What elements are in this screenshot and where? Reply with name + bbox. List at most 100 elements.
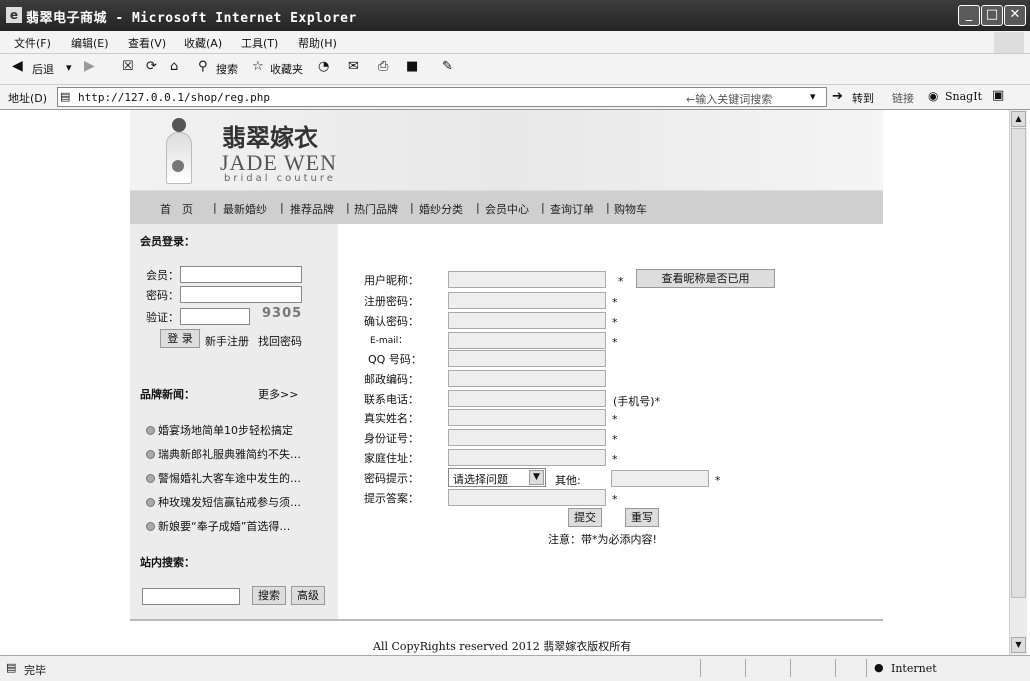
nav-order-query[interactable]: 查询订单	[550, 201, 594, 217]
realname-label: 真实姓名：	[364, 412, 419, 425]
site-search-input[interactable]	[142, 588, 240, 605]
required-mark: *	[618, 275, 624, 288]
links-label[interactable]: 链接	[892, 90, 914, 106]
question-label: 密码提示：	[364, 472, 419, 485]
menu-help[interactable]: 帮助(H)	[298, 35, 337, 51]
member-input[interactable]	[180, 266, 302, 283]
favorites-star-icon[interactable]: ☆	[252, 59, 264, 74]
go-arrow-icon[interactable]: ➔	[832, 89, 843, 104]
recover-password-link[interactable]: 找回密码	[258, 333, 302, 349]
home-icon[interactable]: ⌂	[170, 59, 178, 74]
forward-arrow-icon[interactable]: ▶	[84, 58, 95, 74]
address-bar: 地址(D) http://127.0.0.1/shop/reg.php ▤ ←输…	[0, 85, 1030, 110]
question-select[interactable]: 请选择问题 ▼	[448, 468, 546, 487]
menu-view[interactable]: 查看(V)	[128, 35, 166, 51]
required-mark: *	[612, 433, 618, 446]
back-dropdown-icon[interactable]: ▾	[66, 61, 72, 74]
bullet-icon	[146, 474, 155, 483]
vertical-scrollbar[interactable]: ▲ ▼	[1009, 110, 1027, 655]
zone-text: Internet	[891, 662, 937, 675]
back-arrow-icon[interactable]: ◀	[12, 58, 23, 74]
captcha-input[interactable]	[180, 308, 250, 325]
required-mark: *	[612, 336, 618, 349]
required-mark: *	[612, 316, 618, 329]
main-nav: 首 页 | 最新婚纱 | 推荐品牌 | 热门品牌 | 婚纱分类 | 会员中心 |…	[130, 191, 883, 224]
idcard-input[interactable]	[448, 429, 606, 446]
password-input[interactable]	[180, 286, 302, 303]
address-dropdown-icon[interactable]: ▾	[810, 90, 816, 103]
site-banner: 翡翠嫁衣 JADE WEN bridal couture	[130, 110, 883, 191]
dropdown-arrow-icon[interactable]: ▼	[529, 470, 544, 485]
search-button[interactable]: 搜索	[216, 61, 238, 77]
nav-categories[interactable]: 婚纱分类	[419, 201, 463, 217]
windows-logo-icon	[994, 32, 1024, 53]
reset-button[interactable]: 重写	[625, 508, 659, 527]
menu-tools[interactable]: 工具(T)	[241, 35, 278, 51]
print-icon[interactable]: ⎙	[378, 59, 388, 74]
check-nickname-button[interactable]: 查看昵称是否已用	[636, 269, 775, 288]
nickname-label: 用户昵称：	[364, 274, 419, 287]
snagit-button[interactable]: SnagIt	[945, 90, 982, 103]
advanced-search-button[interactable]: 高级	[291, 586, 325, 605]
news-title: 品牌新闻：	[140, 388, 195, 401]
bullet-icon	[146, 450, 155, 459]
required-note: 注意：带*为必添内容!	[548, 533, 657, 546]
nav-member-center[interactable]: 会员中心	[485, 201, 529, 217]
register-link[interactable]: 新手注册	[205, 333, 249, 349]
title-bar: e 翡翠电子商城 - Microsoft Internet Explorer _…	[0, 0, 1030, 31]
back-button[interactable]: 后退	[32, 61, 54, 77]
keyword-search-hint: ←输入关键词搜索	[686, 93, 773, 106]
mail-icon[interactable]: ✉	[348, 59, 359, 74]
refresh-icon[interactable]: ⟳	[146, 59, 157, 74]
password-reg-input[interactable]	[448, 292, 606, 309]
news-more-link[interactable]: 更多>>	[258, 386, 298, 402]
window-title: 翡翠电子商城 - Microsoft Internet Explorer	[26, 11, 357, 26]
left-sidebar: 会员登录： 会员： 密码： 验证： 9305 登 录 新手注册 找回密码 品牌新…	[130, 224, 338, 619]
news-item[interactable]: 新娘要“奉子成婚”首选得…	[146, 518, 290, 534]
nav-recommended[interactable]: 推荐品牌	[290, 201, 334, 217]
edit-icon[interactable]: ■	[406, 59, 418, 74]
answer-input[interactable]	[448, 489, 606, 506]
login-button[interactable]: 登 录	[160, 329, 200, 348]
nickname-input[interactable]	[448, 271, 606, 288]
scroll-down-icon[interactable]: ▼	[1011, 637, 1026, 653]
qq-input[interactable]	[448, 350, 606, 367]
confirm-password-input[interactable]	[448, 312, 606, 329]
submit-button[interactable]: 提交	[568, 508, 602, 527]
nav-new-dresses[interactable]: 最新婚纱	[223, 201, 267, 217]
go-button[interactable]: 转到	[852, 90, 874, 106]
snagit-icon[interactable]: ◉	[928, 89, 938, 103]
stop-icon[interactable]: ☒	[122, 59, 134, 74]
search-icon[interactable]: ⚲	[198, 59, 208, 74]
nav-popular[interactable]: 热门品牌	[354, 201, 398, 217]
history-icon[interactable]: ◔	[318, 59, 329, 74]
bullet-icon	[146, 426, 155, 435]
close-button[interactable]: ✕	[1004, 5, 1026, 26]
scroll-thumb[interactable]	[1011, 128, 1026, 598]
brand-tagline: bridal couture	[224, 173, 336, 184]
favorites-button[interactable]: 收藏夹	[270, 61, 303, 77]
realname-input[interactable]	[448, 409, 606, 426]
news-item[interactable]: 警惕婚礼大客车途中发生的…	[146, 470, 301, 486]
other-question-input[interactable]	[611, 470, 709, 487]
postcode-input[interactable]	[448, 370, 606, 387]
confirm-password-label: 确认密码：	[364, 315, 419, 328]
scroll-up-icon[interactable]: ▲	[1011, 111, 1026, 127]
news-item[interactable]: 瑞典新郎礼服典雅简约不失…	[146, 446, 301, 462]
phone-label: 联系电话：	[364, 393, 419, 406]
nav-cart[interactable]: 购物车	[614, 201, 647, 217]
snagit-capture-icon[interactable]: ▣	[992, 88, 1004, 103]
news-item[interactable]: 婚宴场地简单10步轻松搞定	[146, 422, 293, 438]
menu-favorites[interactable]: 收藏(A)	[184, 35, 222, 51]
messenger-icon[interactable]: ✎	[442, 59, 453, 74]
menu-file[interactable]: 文件(F)	[14, 35, 51, 51]
site-search-button[interactable]: 搜索	[252, 586, 286, 605]
email-input[interactable]	[448, 332, 606, 349]
news-item[interactable]: 种玫瑰发短信赢钻戒参与须…	[146, 494, 301, 510]
nav-home[interactable]: 首 页	[160, 201, 193, 217]
maximize-button[interactable]: □	[981, 5, 1003, 26]
home-address-input[interactable]	[448, 449, 606, 466]
minimize-button[interactable]: _	[958, 5, 980, 26]
menu-edit[interactable]: 编辑(E)	[71, 35, 109, 51]
phone-input[interactable]	[448, 390, 606, 407]
